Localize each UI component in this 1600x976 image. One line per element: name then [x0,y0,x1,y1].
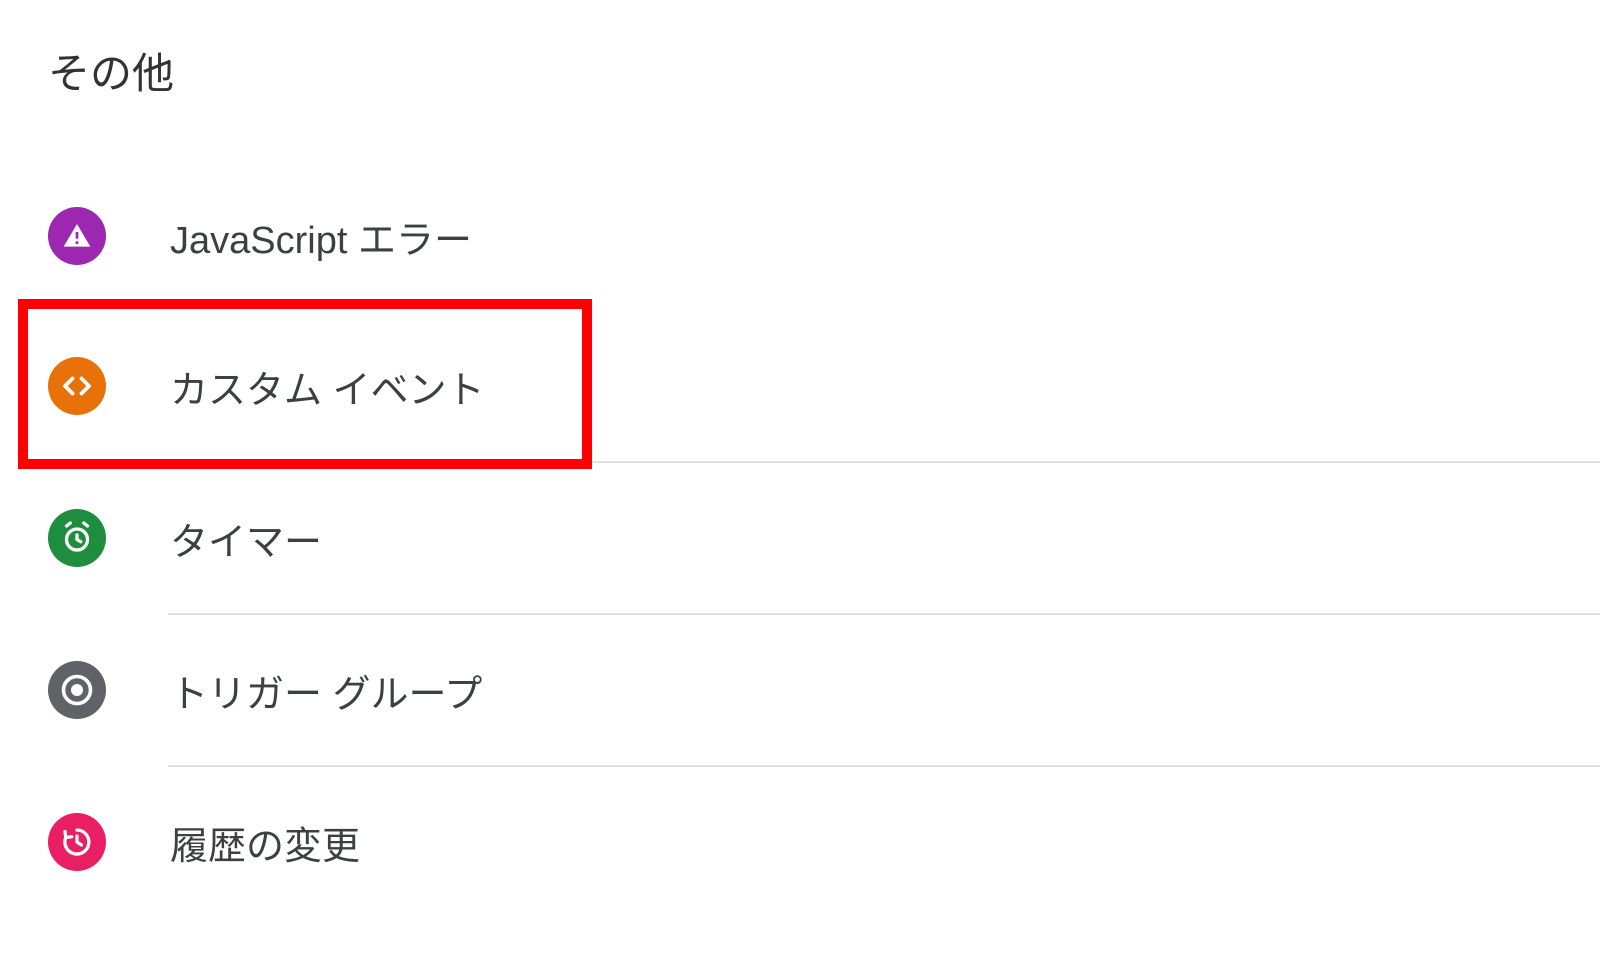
section-header: その他 [0,40,1600,161]
list-item-label: 履歴の変更 [170,815,360,870]
list-item-trigger-group[interactable]: トリガー グループ [0,615,1600,765]
list-item-label: タイマー [170,511,322,566]
list-item-timer[interactable]: タイマー [0,463,1600,613]
list-item-label: トリガー グループ [170,663,482,718]
trigger-type-section: その他 JavaScript エラー カスタム イベント [0,0,1600,917]
list-item-label: JavaScript エラー [170,209,472,264]
list-item-custom-event[interactable]: カスタム イベント [0,311,1600,461]
history-clock-icon [48,813,106,871]
trigger-type-list: JavaScript エラー カスタム イベント [0,161,1600,917]
alarm-clock-icon [48,509,106,567]
code-brackets-icon [48,357,106,415]
list-item-label: カスタム イベント [170,359,485,414]
warning-triangle-icon [48,207,106,265]
list-item-history[interactable]: 履歴の変更 [0,767,1600,917]
circles-group-icon [48,661,106,719]
list-item-js-error[interactable]: JavaScript エラー [0,161,1600,311]
